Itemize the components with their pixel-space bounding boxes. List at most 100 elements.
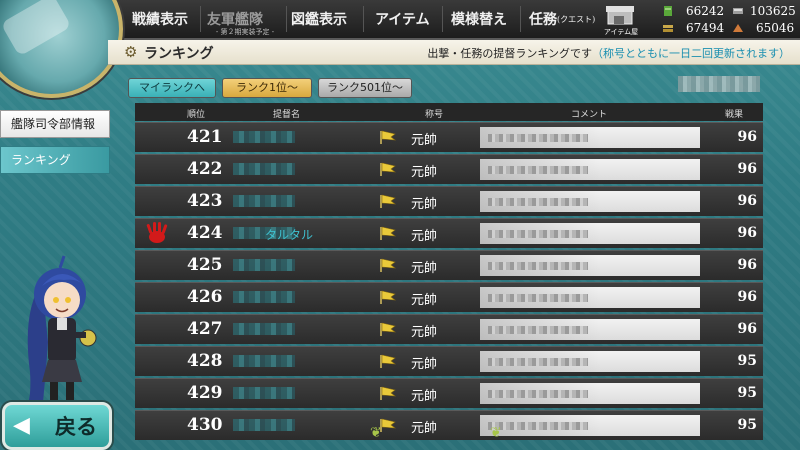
menu-separator <box>442 6 443 32</box>
blurred-comment <box>488 422 588 430</box>
blurred-player-name <box>678 76 760 92</box>
table-row[interactable]: 429 元帥 95 <box>135 378 763 408</box>
rank-value: 421 <box>187 127 223 147</box>
table-row[interactable]: 425 元帥 96 <box>135 250 763 280</box>
table-row[interactable]: 430 元帥 95 <box>135 410 763 440</box>
comment-box <box>480 191 700 212</box>
flag-icon <box>380 386 397 400</box>
rank-value: 423 <box>187 191 223 211</box>
score-value: 96 <box>737 321 757 337</box>
page-ornament-left[interactable]: ❦ <box>370 425 382 441</box>
menu-separator <box>363 6 364 32</box>
sidebar-item-hq-info[interactable]: 艦隊司令部情報 <box>0 110 110 138</box>
flag-icon <box>380 354 397 368</box>
comment-box <box>480 255 700 276</box>
menu-quests[interactable]: 任務 (クエスト) <box>529 0 595 38</box>
blurred-comment <box>488 390 588 398</box>
menu-separator <box>520 6 521 32</box>
header-note-main: 出撃・任務の提督ランキングです <box>427 47 592 60</box>
rank-title: 元帥 <box>411 229 438 244</box>
header-title: 称号 <box>425 110 444 120</box>
header-rank: 順位 <box>187 110 206 120</box>
table-row[interactable]: 424 タルタル 元帥 96 <box>135 218 763 248</box>
score-value: 95 <box>737 417 757 433</box>
item-shop-label: アイテム屋 <box>603 28 639 36</box>
blurred-admiral-name <box>233 419 295 431</box>
rank-title: 元帥 <box>411 261 438 276</box>
rank-1-button[interactable]: ランク1位～ <box>222 78 312 98</box>
ranking-table-body: 421 元帥 96 422 元帥 96 423 元帥 96 424 タルタル 元帥 96 425… <box>135 122 763 442</box>
rank-title: 元帥 <box>411 293 438 308</box>
secretary-ship-character <box>24 255 97 412</box>
menu-record[interactable]: 戦績表示 <box>132 0 188 38</box>
ammo-value: 67494 <box>686 21 725 35</box>
menu-items[interactable]: アイテム <box>375 0 430 38</box>
score-value: 96 <box>737 225 757 241</box>
sidebar-item-ranking[interactable]: ランキング <box>0 146 110 174</box>
menu-separator <box>286 6 287 32</box>
rank-value: 429 <box>187 383 223 403</box>
blurred-comment <box>488 198 588 206</box>
blurred-admiral-name <box>233 323 295 335</box>
blurred-admiral-name <box>233 355 295 367</box>
rank-title: 元帥 <box>411 421 438 436</box>
blurred-comment <box>488 134 588 142</box>
my-rank-button[interactable]: マイランクへ <box>128 78 216 98</box>
menu-encyclopedia[interactable]: 図鑑表示 <box>291 0 347 38</box>
comment-box <box>480 159 700 180</box>
score-value: 96 <box>737 257 757 273</box>
blurred-comment <box>488 262 588 270</box>
rank-value: 425 <box>187 255 223 275</box>
blurred-admiral-name <box>233 163 295 175</box>
sidebar-item-label: ランキング <box>11 153 71 167</box>
comment-box <box>480 319 700 340</box>
score-value: 96 <box>737 193 757 209</box>
comment-box <box>480 415 700 436</box>
flag-icon <box>380 226 397 240</box>
rank-501-button[interactable]: ランク501位～ <box>318 78 412 98</box>
handprint-icon <box>146 222 168 243</box>
gear-icon: ⚙ <box>124 43 138 61</box>
comment-box <box>480 351 700 372</box>
admiral-name: タルタル <box>265 228 314 242</box>
table-row[interactable]: 426 元帥 96 <box>135 282 763 312</box>
blurred-admiral-name <box>233 291 295 303</box>
menu-friend-fleet-sub: - 第２期実装予定 - <box>215 28 275 36</box>
flag-icon <box>380 290 397 304</box>
flag-icon <box>380 162 397 176</box>
header-score: 戦果 <box>725 110 744 120</box>
score-value: 96 <box>737 161 757 177</box>
header-name: 提督名 <box>273 110 301 120</box>
flag-icon <box>380 194 397 208</box>
sidebar-item-label: 艦隊司令部情報 <box>11 117 96 131</box>
flag-icon <box>380 130 397 144</box>
rank-title: 元帥 <box>411 133 438 148</box>
table-row[interactable]: 423 元帥 96 <box>135 186 763 216</box>
item-shop-button[interactable]: アイテム屋 <box>600 2 642 36</box>
table-row[interactable]: 422 元帥 96 <box>135 154 763 184</box>
page-title: ランキング <box>144 46 214 62</box>
item-shop-icon <box>606 6 634 25</box>
page-ornament-right[interactable]: ❦ <box>490 425 502 441</box>
table-row[interactable]: 428 元帥 95 <box>135 346 763 376</box>
rank-value: 422 <box>187 159 223 179</box>
blurred-admiral-name <box>233 195 295 207</box>
back-button[interactable]: ◀ 戻る <box>2 402 112 450</box>
score-value: 96 <box>737 129 757 145</box>
menu-quests-label: 任務 <box>529 12 557 28</box>
rank-value: 424 <box>187 223 223 243</box>
menu-interior[interactable]: 模様替え <box>451 0 507 38</box>
blurred-comment <box>488 166 588 174</box>
rank-title: 元帥 <box>411 357 438 372</box>
rank-value: 426 <box>187 287 223 307</box>
rank-value: 430 <box>187 415 223 435</box>
comment-box <box>480 383 700 404</box>
table-row[interactable]: 427 元帥 96 <box>135 314 763 344</box>
steel-value: 103625 <box>750 4 796 18</box>
blurred-comment <box>488 326 588 334</box>
table-row[interactable]: 421 元帥 96 <box>135 122 763 152</box>
score-value: 95 <box>737 353 757 369</box>
rank-title: 元帥 <box>411 197 438 212</box>
rank-value: 428 <box>187 351 223 371</box>
menu-friend-fleet[interactable]: 友軍艦隊 - 第２期実装予定 - <box>207 0 283 38</box>
